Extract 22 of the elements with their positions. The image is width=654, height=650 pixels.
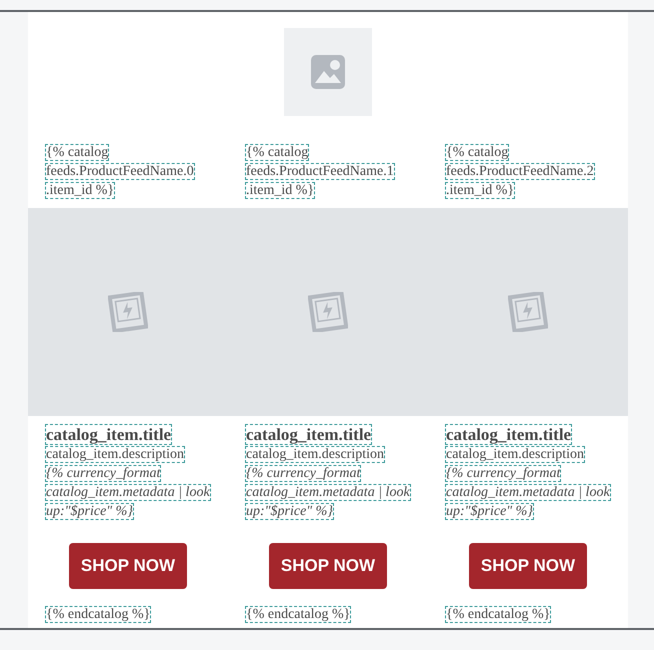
item-description: catalog_item.description [45, 446, 186, 463]
item-title: catalog_item.title [45, 424, 172, 445]
end-catalog-tag: {% endcatalog %} [445, 606, 552, 623]
item-description: catalog_item.description [245, 446, 386, 463]
item-id-tag: {% catalog feeds.ProductFeedName.0 .item_id %} [45, 143, 195, 200]
end-catalog-tag: {% endcatalog %} [245, 606, 352, 623]
end-catalog-tag: {% endcatalog %} [45, 606, 152, 623]
image-placeholder-icon [311, 55, 345, 89]
item-id-tag: {% catalog feeds.ProductFeedName.2 .item_id %} [445, 143, 595, 200]
item-title: catalog_item.title [445, 424, 572, 445]
item-price-tag: {% currency_format catalog_item.metadata | look up:"$price" %} [45, 464, 211, 521]
item-description: catalog_item.description [445, 446, 586, 463]
shop-now-button[interactable]: SHOP NOW [69, 543, 187, 589]
item-price-tag: {% currency_format catalog_item.metadata | look up:"$price" %} [445, 464, 611, 521]
shop-now-button[interactable]: SHOP NOW [469, 543, 587, 589]
item-title: catalog_item.title [245, 424, 372, 445]
shop-now-button[interactable]: SHOP NOW [269, 543, 387, 589]
item-price-tag: {% currency_format catalog_item.metadata | look up:"$price" %} [245, 464, 411, 521]
item-id-tag: {% catalog feeds.ProductFeedName.1 .item_id %} [245, 143, 395, 200]
photo-frame-icon [308, 292, 348, 332]
photo-frame-icon [508, 292, 548, 332]
photo-frame-icon [108, 292, 148, 332]
